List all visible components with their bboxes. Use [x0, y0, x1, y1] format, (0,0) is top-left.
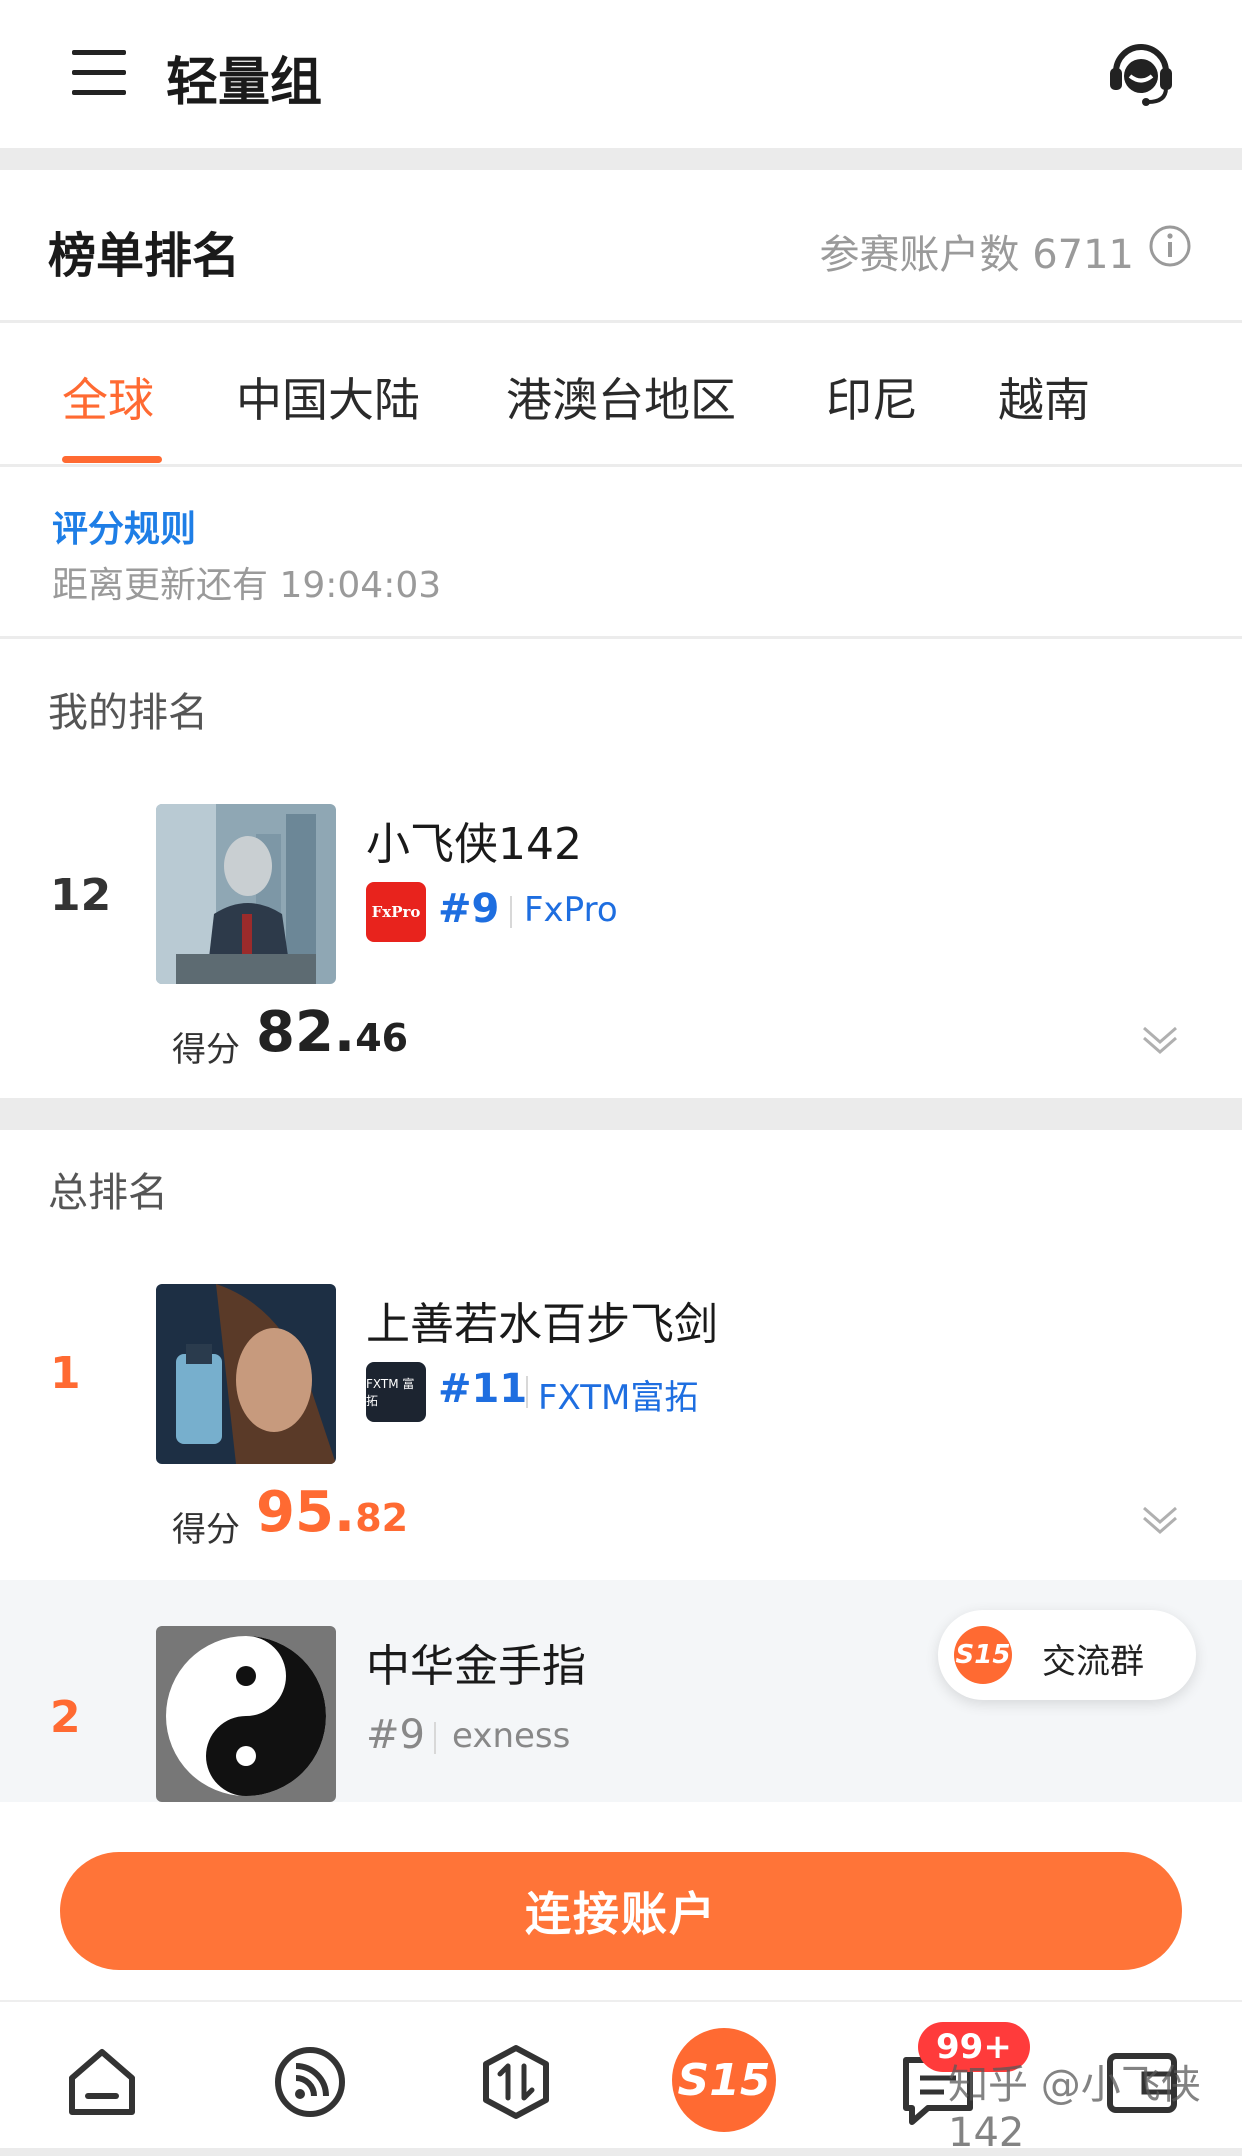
watermark: 知乎 @小飞侠142	[948, 2062, 1201, 2156]
my-avatar[interactable]	[156, 804, 336, 984]
my-broker-name[interactable]: FxPro	[524, 890, 618, 930]
chevron-down-icon[interactable]	[1140, 1500, 1180, 1540]
tab-global[interactable]: 全球	[62, 364, 154, 430]
score-label: 得分	[172, 1510, 240, 1550]
info-icon[interactable]	[1148, 224, 1192, 268]
chevron-down-icon[interactable]	[1140, 1020, 1180, 1060]
my-name: 小飞侠142	[366, 819, 582, 870]
chat-group-label: 交流群	[1042, 1642, 1144, 1682]
scoring-rules-link[interactable]: 评分规则	[52, 500, 196, 552]
broker-rank: #9	[366, 1712, 425, 1758]
user-name: 上善若水百步飞剑	[366, 1299, 718, 1350]
active-tab-indicator	[62, 456, 162, 463]
customer-service-icon[interactable]	[1108, 38, 1174, 108]
connect-account-button[interactable]: 连接账户	[60, 1852, 1182, 1970]
s15-logo: S15	[954, 1626, 1012, 1684]
nav-divider	[0, 2000, 1242, 2002]
trade-icon[interactable]	[476, 2042, 556, 2122]
tab-indonesia[interactable]: 印尼	[826, 364, 918, 430]
leaderboard-title: 榜单排名	[48, 228, 241, 284]
rss-icon[interactable]	[270, 2042, 350, 2122]
overall-rank-label: 总排名	[48, 1170, 168, 1216]
menu-icon[interactable]	[72, 50, 126, 95]
rank-number: 2	[50, 1692, 81, 1743]
tab-hk-macau-taiwan[interactable]: 港澳台地区	[506, 364, 736, 430]
region-tabs: 全球 中国大陆 港澳台地区 印尼 越南	[0, 322, 1242, 466]
user-avatar[interactable]	[156, 1626, 336, 1802]
divider	[434, 1722, 436, 1754]
fxtm-logo: FXTM 富拓	[366, 1362, 426, 1422]
my-rank-number: 12	[50, 870, 112, 921]
user-name: 中华金手指	[366, 1641, 586, 1692]
my-score: 82.46	[256, 1000, 409, 1065]
rank-number: 1	[50, 1348, 81, 1399]
broker-name[interactable]: exness	[452, 1716, 570, 1756]
user-score: 95.82	[256, 1480, 409, 1545]
my-rank-label: 我的排名	[48, 690, 208, 736]
my-broker-rank: #9	[438, 886, 500, 932]
user-avatar[interactable]	[156, 1284, 336, 1464]
fxpro-logo: FxPro	[366, 882, 426, 942]
s15-icon[interactable]: S15	[672, 2028, 776, 2132]
chat-group-button[interactable]: S15 交流群	[938, 1610, 1196, 1700]
divider	[526, 1376, 528, 1408]
tab-mainland-china[interactable]: 中国大陆	[236, 364, 420, 430]
participant-count: 参赛账户数 6711	[819, 232, 1134, 278]
page-title: 轻量组	[166, 53, 323, 113]
broker-rank: #11	[438, 1366, 528, 1412]
broker-name[interactable]: FXTM富拓	[538, 1370, 698, 1419]
tab-vietnam[interactable]: 越南	[998, 364, 1090, 430]
score-label: 得分	[172, 1030, 240, 1070]
divider	[510, 896, 512, 928]
update-countdown: 距离更新还有 19:04:03	[52, 565, 442, 606]
home-icon[interactable]	[62, 2042, 142, 2122]
